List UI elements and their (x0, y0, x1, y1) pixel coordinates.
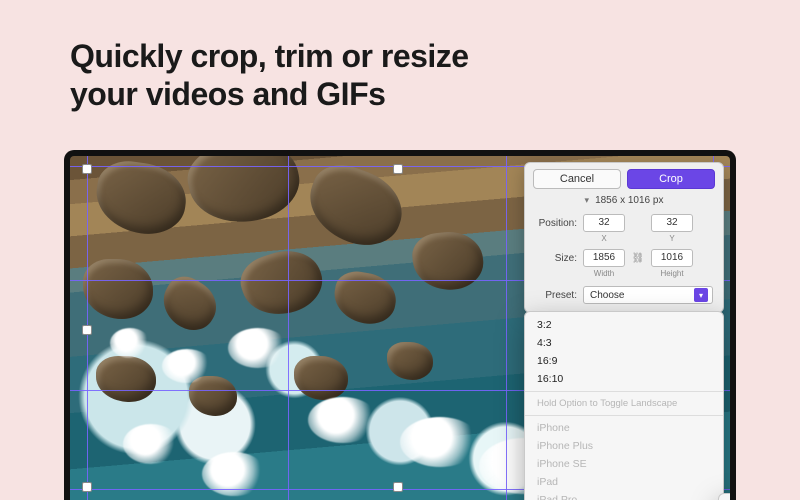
preset-label: Preset: (535, 290, 577, 301)
headline-line-2: your videos and GIFs (70, 76, 469, 114)
image-foam (123, 424, 179, 464)
size-height-input[interactable]: 1016 (651, 249, 693, 267)
preset-device-menuitem[interactable]: iPhone SE (525, 455, 723, 473)
position-x-input[interactable]: 32 (583, 214, 625, 232)
crop-dimensions-readout: 1856 x 1016 px (595, 195, 663, 206)
preset-ratio-menuitem[interactable]: 16:9 (525, 352, 723, 370)
position-x-sublabel: X (583, 234, 625, 243)
headline-line-1: Quickly crop, trim or resize (70, 38, 469, 76)
image-rock (294, 356, 348, 400)
image-rock (92, 157, 191, 239)
position-y-sublabel: Y (651, 234, 693, 243)
position-y-input[interactable]: 32 (651, 214, 693, 232)
image-foam (228, 328, 288, 368)
image-rock (410, 228, 486, 293)
marketing-headline: Quickly crop, trim or resize your videos… (70, 38, 469, 114)
landscape-toggle-hint: Hold Option to Toggle Landscape (525, 395, 723, 412)
chevron-down-icon[interactable]: ▾ (585, 195, 590, 206)
crop-handle-bl[interactable] (82, 482, 92, 492)
image-rock (234, 241, 329, 325)
image-rock (387, 342, 433, 380)
preset-dropdown[interactable]: Choose ▾ (583, 286, 713, 304)
dropdown-arrow-icon: ▾ (694, 288, 708, 302)
image-rock (330, 268, 400, 328)
crop-handle-tm[interactable] (393, 164, 403, 174)
position-label: Position: (535, 218, 577, 229)
preset-dropdown-value: Choose (590, 290, 624, 301)
crop-button[interactable]: Crop (627, 169, 715, 189)
crop-handle-ml[interactable] (82, 325, 92, 335)
device-frame: Cancel Crop ▾ 1856 x 1016 px Position: 3… (64, 150, 736, 500)
preset-device-menuitem[interactable]: iPad Pro (525, 491, 723, 500)
size-label: Size: (535, 253, 577, 264)
crop-guide-line (288, 156, 289, 500)
preset-menu-devices: iPhoneiPhone PlusiPhone SEiPadiPad ProAp… (525, 419, 723, 500)
menu-separator (525, 391, 723, 392)
crop-inspector-panel: Cancel Crop ▾ 1856 x 1016 px Position: 3… (524, 162, 724, 313)
video-canvas[interactable]: Cancel Crop ▾ 1856 x 1016 px Position: 3… (70, 156, 730, 500)
size-height-sublabel: Height (651, 269, 693, 278)
crop-handle-tl[interactable] (82, 164, 92, 174)
image-foam (400, 417, 480, 467)
image-foam (162, 349, 212, 383)
preset-device-menuitem[interactable]: iPhone (525, 419, 723, 437)
preset-device-menuitem[interactable]: iPhone Plus (525, 437, 723, 455)
preset-device-menuitem[interactable]: iPad (525, 473, 723, 491)
preset-ratio-menuitem[interactable]: 3:2 (525, 316, 723, 334)
crop-guide-line (506, 156, 507, 500)
size-width-sublabel: Width (583, 269, 625, 278)
menu-separator (525, 415, 723, 416)
preset-ratio-menuitem[interactable]: 16:10 (525, 370, 723, 388)
preset-menu: 3:24:316:916:10 Hold Option to Toggle La… (524, 311, 724, 500)
image-foam (110, 328, 150, 358)
image-foam (308, 397, 378, 443)
crop-handle-bm[interactable] (393, 482, 403, 492)
image-rock (96, 356, 156, 402)
cancel-button[interactable]: Cancel (533, 169, 621, 189)
aspect-lock-icon[interactable]: ⛓ (631, 253, 645, 264)
video-modes-submenu: 1080p (HD)2160p (UHD)480p (SD)720p (HD)P… (718, 493, 730, 500)
preset-ratio-menuitem[interactable]: 4:3 (525, 334, 723, 352)
image-rock (83, 259, 153, 319)
size-width-input[interactable]: 1856 (583, 249, 625, 267)
image-rock (189, 376, 237, 416)
preset-menu-ratios: 3:24:316:916:10 (525, 316, 723, 388)
